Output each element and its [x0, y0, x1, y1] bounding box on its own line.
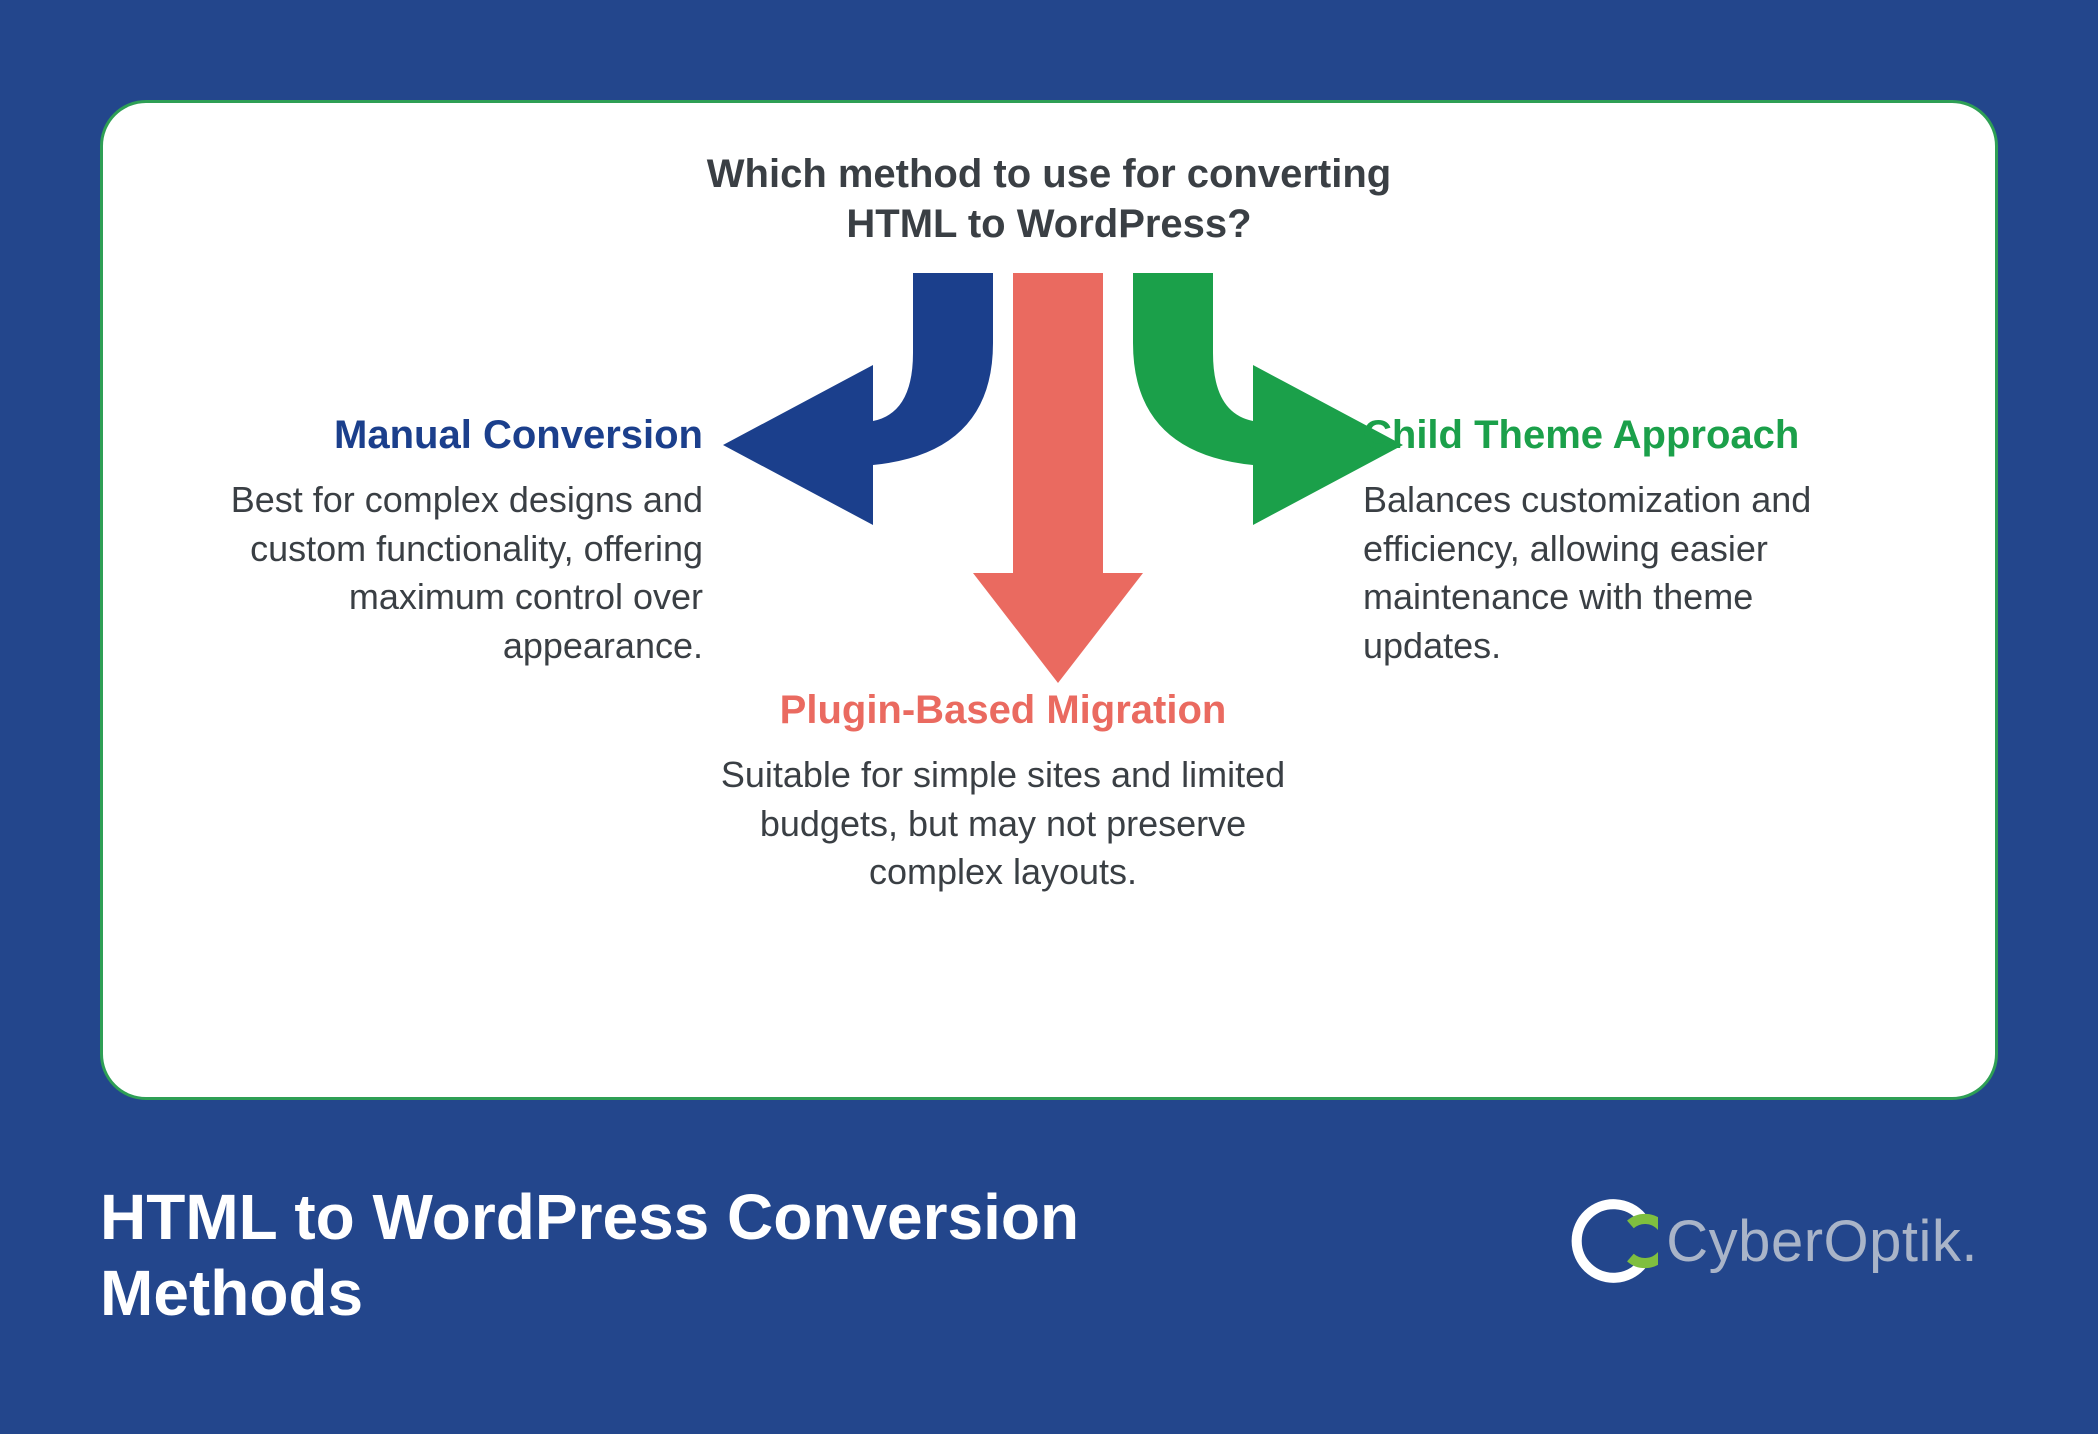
card-question: Which method to use for converting HTML … [103, 149, 1995, 249]
brand-logo: CyberOptik. [1566, 1195, 1978, 1287]
branch-left-title: Manual Conversion [203, 413, 703, 458]
branch-right-title: Child Theme Approach [1363, 413, 1893, 458]
content-card: Which method to use for converting HTML … [100, 100, 1998, 1100]
question-line-2: HTML to WordPress? [846, 202, 1251, 246]
branch-right: Child Theme Approach Balances customizat… [1363, 413, 1893, 670]
footer-title: HTML to WordPress Conversion Methods [100, 1180, 1300, 1331]
curved-arrow-right-icon [1123, 273, 1403, 525]
branch-middle: Plugin-Based Migration Suitable for simp… [703, 688, 1303, 897]
branch-middle-desc: Suitable for simple sites and limited bu… [703, 751, 1303, 897]
branch-left-desc: Best for complex designs and custom func… [203, 476, 703, 670]
branch-right-desc: Balances customization and efficiency, a… [1363, 476, 1893, 670]
curved-arrow-left-icon [723, 273, 993, 525]
arrows-svg [663, 253, 1443, 703]
diagram-stage: Which method to use for converting HTML … [0, 0, 2098, 1434]
branch-left: Manual Conversion Best for complex desig… [203, 413, 703, 670]
question-line-1: Which method to use for converting [707, 152, 1391, 196]
straight-arrow-down-icon [973, 273, 1143, 683]
branch-arrows [663, 253, 1443, 683]
brand-name: CyberOptik. [1666, 1208, 1978, 1275]
cyberoptik-logo-icon [1566, 1195, 1658, 1287]
branch-middle-title: Plugin-Based Migration [703, 688, 1303, 733]
